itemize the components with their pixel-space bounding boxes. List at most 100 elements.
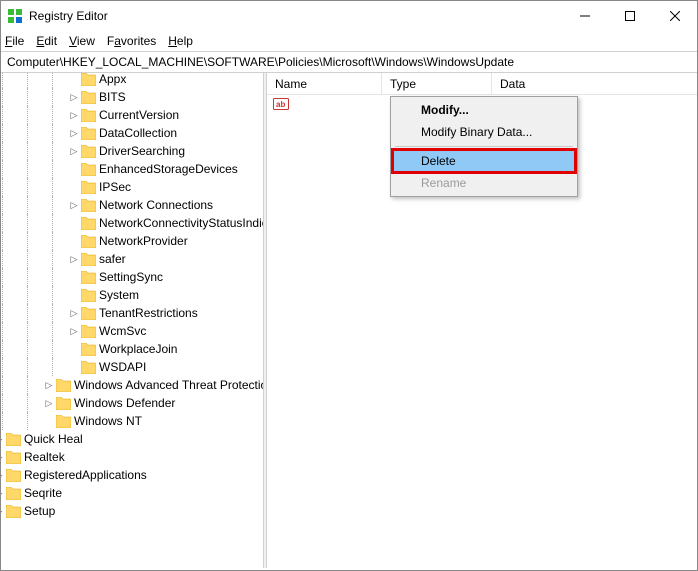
expand-icon[interactable]: ▷ (69, 250, 79, 268)
tree-item[interactable]: ▷ DriverSearching (1, 142, 263, 160)
folder-icon (6, 487, 21, 500)
folder-icon (6, 469, 21, 482)
tree-label: BITS (99, 88, 126, 106)
tree-item[interactable]: NetworkProvider (1, 232, 263, 250)
tree-item[interactable]: ▷CurrentVersion (1, 106, 263, 124)
tree-label: Windows NT (74, 412, 142, 430)
string-value-icon: ab (273, 96, 289, 112)
tree-label: SettingSync (99, 268, 163, 286)
close-button[interactable] (652, 2, 697, 30)
tree-label: Windows Advanced Threat Protection (74, 376, 263, 394)
tree-item[interactable]: ▷DataCollection (1, 124, 263, 142)
tree-label: IPSec (99, 178, 131, 196)
tree-label: safer (99, 250, 126, 268)
tree-item[interactable]: ▷RegisteredApplications (1, 466, 263, 484)
folder-icon (56, 415, 71, 428)
tree-item[interactable]: NetworkConnectivityStatusIndicator (1, 214, 263, 232)
folder-icon (6, 433, 21, 446)
tree-item[interactable]: SettingSync (1, 268, 263, 286)
tree-item[interactable]: ▷Setup (1, 502, 263, 520)
col-type[interactable]: Type (382, 73, 492, 94)
expand-icon[interactable]: ▷ (1, 466, 4, 484)
tree-label: Network Connections (99, 196, 213, 214)
folder-icon (81, 271, 96, 284)
minimize-button[interactable] (562, 2, 607, 30)
title-bar: Registry Editor (1, 1, 697, 31)
folder-icon (81, 289, 96, 302)
tree-item[interactable]: ▷ Windows Advanced Threat Protection (1, 376, 263, 394)
expand-icon[interactable]: ▷ (69, 304, 79, 322)
folder-icon (81, 127, 96, 140)
address-bar[interactable]: Computer\HKEY_LOCAL_MACHINE\SOFTWARE\Pol… (1, 51, 697, 73)
tree-label: EnhancedStorageDevices (99, 160, 238, 178)
tree-item[interactable]: IPSec (1, 178, 263, 196)
folder-icon (6, 451, 21, 464)
expand-icon[interactable]: ▷ (69, 142, 79, 160)
folder-icon (6, 505, 21, 518)
maximize-button[interactable] (607, 2, 652, 30)
tree-pane[interactable]: Appx▷BITS▷CurrentVersion▷DataCollection▷… (1, 73, 263, 568)
tree-item[interactable]: WorkplaceJoin (1, 340, 263, 358)
expand-icon[interactable]: ▷ (44, 394, 54, 412)
folder-icon (81, 199, 96, 212)
tree-item[interactable]: EnhancedStorageDevices (1, 160, 263, 178)
tree-label: WcmSvc (99, 322, 146, 340)
menu-view[interactable]: View (69, 34, 95, 48)
window-title: Registry Editor (29, 9, 562, 23)
expand-icon[interactable]: ▷ (69, 196, 79, 214)
ctx-delete[interactable]: Delete (393, 150, 575, 172)
tree-label: Windows Defender (74, 394, 175, 412)
ctx-modify[interactable]: Modify... (393, 99, 575, 121)
ctx-rename: Rename (393, 172, 575, 194)
folder-icon (81, 325, 96, 338)
expand-icon[interactable]: ▷ (1, 502, 4, 520)
tree-label: TenantRestrictions (99, 304, 198, 322)
tree-label: DriverSearching (99, 142, 185, 160)
expand-icon[interactable]: ▷ (69, 106, 79, 124)
expand-icon[interactable]: ▷ (69, 88, 79, 106)
expand-icon[interactable]: ▷ (1, 448, 4, 466)
tree-item[interactable]: WSDAPI (1, 358, 263, 376)
tree-item[interactable]: ▷ Network Connections (1, 196, 263, 214)
tree-item[interactable]: Windows NT (1, 412, 263, 430)
col-name[interactable]: Name (267, 73, 382, 94)
tree-item[interactable]: ▷ Windows Defender (1, 394, 263, 412)
menu-favorites[interactable]: Favorites (107, 34, 156, 48)
folder-icon (81, 307, 96, 320)
ctx-modify-binary[interactable]: Modify Binary Data... (393, 121, 575, 143)
folder-icon (56, 379, 71, 392)
folder-icon (81, 73, 96, 86)
tree-item[interactable]: Appx (1, 73, 263, 88)
tree-item[interactable]: ▷Realtek (1, 448, 263, 466)
col-data[interactable]: Data (492, 73, 697, 94)
folder-icon (81, 145, 96, 158)
values-pane[interactable]: Name Type Data ab (value not set) Modify… (267, 73, 697, 568)
expand-icon[interactable]: ▷ (44, 376, 54, 394)
tree-label: NetworkProvider (99, 232, 188, 250)
folder-icon (81, 181, 96, 194)
expand-icon[interactable]: ▷ (1, 430, 4, 448)
menu-file[interactable]: File (5, 34, 24, 48)
context-menu: Modify... Modify Binary Data... Delete R… (390, 96, 578, 197)
column-headers[interactable]: Name Type Data (267, 73, 697, 95)
tree-item[interactable]: ▷ Seqrite (1, 484, 263, 502)
tree-label: System (99, 286, 139, 304)
menu-bar: File Edit View Favorites Help (1, 31, 697, 51)
folder-icon (81, 109, 96, 122)
tree-item[interactable]: ▷ BITS (1, 88, 263, 106)
tree-label: Quick Heal (24, 430, 83, 448)
expand-icon[interactable]: ▷ (69, 322, 79, 340)
tree-label: NetworkConnectivityStatusIndicator (99, 214, 263, 232)
expand-icon[interactable]: ▷ (69, 124, 79, 142)
tree-item[interactable]: System (1, 286, 263, 304)
tree-item[interactable]: ▷ safer (1, 250, 263, 268)
menu-edit[interactable]: Edit (36, 34, 57, 48)
ctx-separator (395, 146, 573, 147)
tree-item[interactable]: ▷ WcmSvc (1, 322, 263, 340)
tree-item[interactable]: ▷ Quick Heal (1, 430, 263, 448)
tree-item[interactable]: ▷ TenantRestrictions (1, 304, 263, 322)
tree-label: Seqrite (24, 484, 62, 502)
menu-help[interactable]: Help (168, 34, 193, 48)
folder-icon (56, 397, 71, 410)
expand-icon[interactable]: ▷ (1, 484, 4, 502)
